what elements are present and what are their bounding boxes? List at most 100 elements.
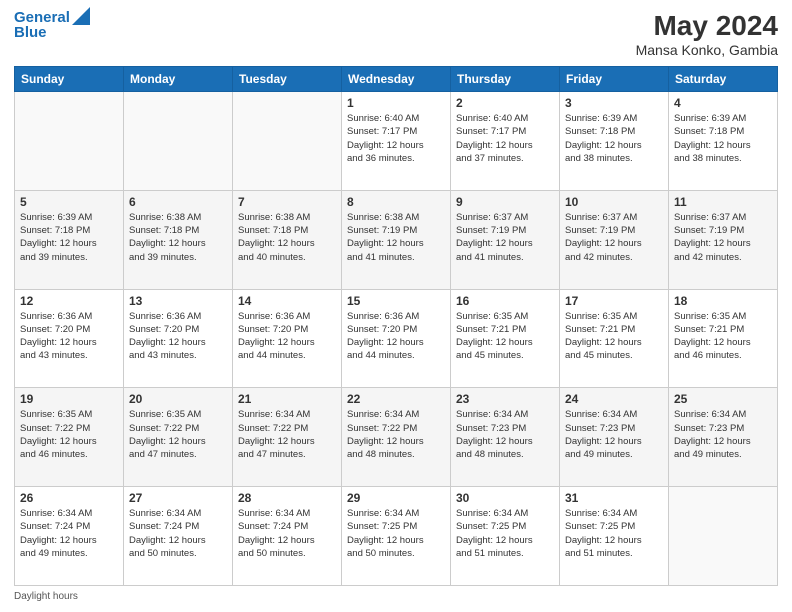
calendar-cell: 1 Sunrise: 6:40 AMSunset: 7:17 PMDaylight… — [342, 92, 451, 191]
day-number: 1 — [347, 96, 445, 110]
page: General Blue May 2024 Mansa Konko, Gambi… — [0, 0, 792, 612]
day-number: 18 — [674, 294, 772, 308]
calendar-cell: 31 Sunrise: 6:34 AMSunset: 7:25 PMDayligh… — [560, 487, 669, 586]
day-info: Sunrise: 6:35 AMSunset: 7:21 PMDaylight:… — [456, 310, 554, 363]
calendar-cell — [233, 92, 342, 191]
day-number: 10 — [565, 195, 663, 209]
calendar-cell: 29 Sunrise: 6:34 AMSunset: 7:25 PMDayligh… — [342, 487, 451, 586]
day-info: Sunrise: 6:35 AMSunset: 7:21 PMDaylight:… — [674, 310, 772, 363]
day-info: Sunrise: 6:34 AMSunset: 7:25 PMDaylight:… — [347, 507, 445, 560]
day-number: 15 — [347, 294, 445, 308]
calendar-header-monday: Monday — [124, 67, 233, 92]
day-number: 31 — [565, 491, 663, 505]
footer: Daylight hours — [14, 591, 778, 602]
day-number: 7 — [238, 195, 336, 209]
logo-blue-text: Blue — [14, 25, 47, 42]
day-info: Sunrise: 6:37 AMSunset: 7:19 PMDaylight:… — [674, 211, 772, 264]
calendar-cell: 11 Sunrise: 6:37 AMSunset: 7:19 PMDayligh… — [669, 190, 778, 289]
calendar-header-saturday: Saturday — [669, 67, 778, 92]
calendar-cell: 3 Sunrise: 6:39 AMSunset: 7:18 PMDaylight… — [560, 92, 669, 191]
day-info: Sunrise: 6:36 AMSunset: 7:20 PMDaylight:… — [20, 310, 118, 363]
day-number: 19 — [20, 392, 118, 406]
calendar-table: SundayMondayTuesdayWednesdayThursdayFrid… — [14, 66, 778, 586]
day-info: Sunrise: 6:34 AMSunset: 7:23 PMDaylight:… — [456, 408, 554, 461]
logo: General Blue — [14, 10, 90, 41]
calendar-cell: 6Sunrise: 6:38 AMSunset: 7:18 PMDaylight… — [124, 190, 233, 289]
day-info: Sunrise: 6:34 AMSunset: 7:25 PMDaylight:… — [565, 507, 663, 560]
day-number: 4 — [674, 96, 772, 110]
day-info: Sunrise: 6:38 AMSunset: 7:18 PMDaylight:… — [238, 211, 336, 264]
calendar-header-sunday: Sunday — [15, 67, 124, 92]
day-number: 22 — [347, 392, 445, 406]
calendar-header-thursday: Thursday — [451, 67, 560, 92]
calendar-cell: 4Sunrise: 6:39 AMSunset: 7:18 PMDaylight… — [669, 92, 778, 191]
day-info: Sunrise: 6:36 AMSunset: 7:20 PMDaylight:… — [347, 310, 445, 363]
main-title: May 2024 — [636, 10, 778, 42]
day-number: 17 — [565, 294, 663, 308]
footer-text: Daylight hours — [14, 591, 78, 602]
day-number: 24 — [565, 392, 663, 406]
day-number: 27 — [129, 491, 227, 505]
day-info: Sunrise: 6:35 AMSunset: 7:22 PMDaylight:… — [129, 408, 227, 461]
day-info: Sunrise: 6:39 AMSunset: 7:18 PMDaylight:… — [565, 112, 663, 165]
calendar-cell — [669, 487, 778, 586]
calendar-cell: 22 Sunrise: 6:34 AMSunset: 7:22 PMDayligh… — [342, 388, 451, 487]
calendar-cell: 15 Sunrise: 6:36 AMSunset: 7:20 PMDayligh… — [342, 289, 451, 388]
calendar-cell: 20 Sunrise: 6:35 AMSunset: 7:22 PMDayligh… — [124, 388, 233, 487]
day-number: 13 — [129, 294, 227, 308]
day-info: Sunrise: 6:34 AMSunset: 7:23 PMDaylight:… — [674, 408, 772, 461]
day-number: 23 — [456, 392, 554, 406]
calendar-week-row: 1 Sunrise: 6:40 AMSunset: 7:17 PMDaylight… — [15, 92, 778, 191]
calendar-cell: 27Sunrise: 6:34 AMSunset: 7:24 PMDayligh… — [124, 487, 233, 586]
day-number: 5 — [20, 195, 118, 209]
day-info: Sunrise: 6:34 AMSunset: 7:25 PMDaylight:… — [456, 507, 554, 560]
day-number: 9 — [456, 195, 554, 209]
calendar-cell: 8 Sunrise: 6:38 AMSunset: 7:19 PMDaylight… — [342, 190, 451, 289]
day-info: Sunrise: 6:37 AMSunset: 7:19 PMDaylight:… — [456, 211, 554, 264]
day-info: Sunrise: 6:38 AMSunset: 7:19 PMDaylight:… — [347, 211, 445, 264]
calendar-cell: 18 Sunrise: 6:35 AMSunset: 7:21 PMDayligh… — [669, 289, 778, 388]
calendar-cell: 5 Sunrise: 6:39 AMSunset: 7:18 PMDaylight… — [15, 190, 124, 289]
calendar-header-row: SundayMondayTuesdayWednesdayThursdayFrid… — [15, 67, 778, 92]
day-info: Sunrise: 6:40 AMSunset: 7:17 PMDaylight:… — [347, 112, 445, 165]
calendar-cell: 21 Sunrise: 6:34 AMSunset: 7:22 PMDayligh… — [233, 388, 342, 487]
calendar-cell: 9 Sunrise: 6:37 AMSunset: 7:19 PMDaylight… — [451, 190, 560, 289]
day-info: Sunrise: 6:38 AMSunset: 7:18 PMDaylight:… — [129, 211, 227, 264]
calendar-week-row: 5 Sunrise: 6:39 AMSunset: 7:18 PMDaylight… — [15, 190, 778, 289]
day-number: 28 — [238, 491, 336, 505]
sub-title: Mansa Konko, Gambia — [636, 42, 778, 58]
day-number: 20 — [129, 392, 227, 406]
day-number: 8 — [347, 195, 445, 209]
calendar-cell — [124, 92, 233, 191]
calendar-cell: 10 Sunrise: 6:37 AMSunset: 7:19 PMDayligh… — [560, 190, 669, 289]
day-number: 3 — [565, 96, 663, 110]
day-info: Sunrise: 6:34 AMSunset: 7:22 PMDaylight:… — [347, 408, 445, 461]
calendar-cell: 17 Sunrise: 6:35 AMSunset: 7:21 PMDayligh… — [560, 289, 669, 388]
day-number: 26 — [20, 491, 118, 505]
day-info: Sunrise: 6:34 AMSunset: 7:24 PMDaylight:… — [20, 507, 118, 560]
day-number: 21 — [238, 392, 336, 406]
day-info: Sunrise: 6:34 AMSunset: 7:22 PMDaylight:… — [238, 408, 336, 461]
calendar-cell: 23 Sunrise: 6:34 AMSunset: 7:23 PMDayligh… — [451, 388, 560, 487]
day-info: Sunrise: 6:37 AMSunset: 7:19 PMDaylight:… — [565, 211, 663, 264]
day-info: Sunrise: 6:36 AMSunset: 7:20 PMDaylight:… — [129, 310, 227, 363]
header: General Blue May 2024 Mansa Konko, Gambi… — [14, 10, 778, 58]
calendar-week-row: 19 Sunrise: 6:35 AMSunset: 7:22 PMDayligh… — [15, 388, 778, 487]
calendar-cell: 14Sunrise: 6:36 AMSunset: 7:20 PMDayligh… — [233, 289, 342, 388]
calendar-cell: 12 Sunrise: 6:36 AMSunset: 7:20 PMDayligh… — [15, 289, 124, 388]
day-info: Sunrise: 6:36 AMSunset: 7:20 PMDaylight:… — [238, 310, 336, 363]
day-info: Sunrise: 6:35 AMSunset: 7:22 PMDaylight:… — [20, 408, 118, 461]
calendar-week-row: 26 Sunrise: 6:34 AMSunset: 7:24 PMDayligh… — [15, 487, 778, 586]
calendar-cell: 19 Sunrise: 6:35 AMSunset: 7:22 PMDayligh… — [15, 388, 124, 487]
calendar-cell: 25 Sunrise: 6:34 AMSunset: 7:23 PMDayligh… — [669, 388, 778, 487]
day-number: 29 — [347, 491, 445, 505]
calendar-cell: 28 Sunrise: 6:34 AMSunset: 7:24 PMDayligh… — [233, 487, 342, 586]
day-info: Sunrise: 6:35 AMSunset: 7:21 PMDaylight:… — [565, 310, 663, 363]
calendar-cell: 24Sunrise: 6:34 AMSunset: 7:23 PMDayligh… — [560, 388, 669, 487]
day-info: Sunrise: 6:34 AMSunset: 7:24 PMDaylight:… — [238, 507, 336, 560]
day-number: 12 — [20, 294, 118, 308]
day-number: 11 — [674, 195, 772, 209]
calendar-header-tuesday: Tuesday — [233, 67, 342, 92]
day-info: Sunrise: 6:39 AMSunset: 7:18 PMDaylight:… — [20, 211, 118, 264]
day-number: 25 — [674, 392, 772, 406]
